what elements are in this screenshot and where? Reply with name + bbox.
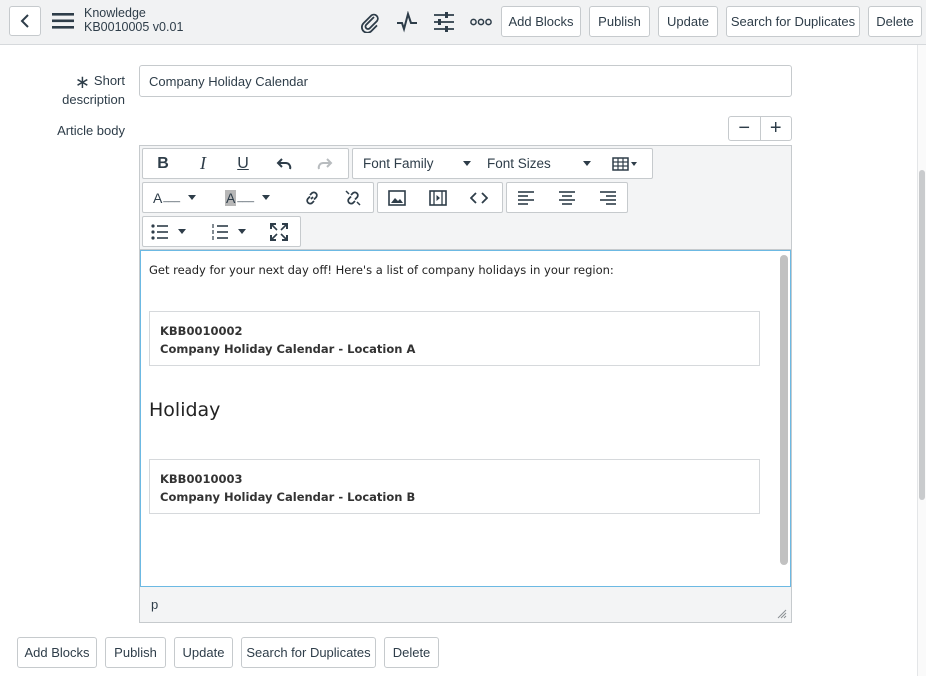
font-family-select[interactable]: Font Family — [363, 149, 471, 178]
fullscreen-button[interactable] — [265, 217, 293, 246]
shrink-editor-button[interactable]: − — [729, 117, 761, 140]
update-button[interactable]: Update — [658, 6, 718, 37]
add-blocks-button[interactable]: Add Blocks — [501, 6, 581, 37]
italic-button[interactable]: I — [189, 149, 217, 178]
insert-media-button[interactable] — [424, 183, 452, 212]
editor-size-controls: − + — [728, 116, 792, 141]
bold-button[interactable]: B — [149, 149, 177, 178]
more-icon[interactable] — [469, 11, 493, 33]
fullscreen-icon — [270, 222, 288, 241]
bullet-list-caret-icon — [178, 229, 186, 234]
editor-scrollbar[interactable] — [780, 255, 788, 565]
footer-publish-button[interactable]: Publish — [105, 637, 166, 668]
undo-button[interactable] — [270, 149, 298, 178]
record-number: KB0010005 v0.01 — [84, 20, 184, 34]
color-link-group: A ___ A ___ — [142, 182, 374, 213]
insert-image-button[interactable] — [383, 183, 411, 212]
align-right-button[interactable] — [594, 183, 622, 212]
code-icon — [470, 191, 488, 204]
rich-text-editor: B I U Font Family Font Sizes A___ A___ — [139, 145, 792, 623]
text-color-button[interactable]: A ___ — [153, 183, 205, 212]
kb-block-title: Company Holiday Calendar - Location A — [160, 342, 416, 356]
footer-search-duplicates-button[interactable]: Search for Duplicates — [241, 637, 376, 668]
kb-block-card[interactable]: KBB0010002 Company Holiday Calendar - Lo… — [149, 311, 760, 366]
numbered-list-icon — [212, 223, 228, 240]
table-name: Knowledge — [84, 6, 146, 20]
attachment-icon[interactable] — [358, 11, 382, 33]
required-mark: ∗ — [74, 72, 90, 92]
editor-content-area[interactable]: Get ready for your next day off! Here's … — [140, 250, 791, 587]
editor-statusbar: p — [140, 587, 791, 622]
holiday-heading: Holiday — [149, 399, 221, 421]
align-left-icon — [518, 190, 534, 205]
align-left-button[interactable] — [512, 183, 540, 212]
list-group — [142, 216, 301, 247]
kb-block-number: KBB0010003 — [160, 472, 243, 486]
footer-add-blocks-button[interactable]: Add Blocks — [17, 637, 97, 668]
undo-icon — [276, 157, 292, 169]
font-group: Font Family Font Sizes — [352, 148, 653, 179]
article-body-label: Article body — [57, 123, 125, 138]
text-color-icon: A — [153, 189, 163, 206]
kb-block-title: Company Holiday Calendar - Location B — [160, 490, 416, 504]
font-sizes-select[interactable]: Font Sizes — [487, 149, 591, 178]
record-title: Knowledge KB0010005 v0.01 — [84, 6, 183, 34]
footer-delete-button[interactable]: Delete — [384, 637, 439, 668]
activity-icon[interactable] — [395, 11, 419, 33]
redo-icon — [317, 157, 333, 169]
resize-handle-icon[interactable] — [777, 609, 787, 619]
background-color-button[interactable]: A ___ — [225, 183, 281, 212]
font-family-caret-icon — [463, 161, 471, 166]
media-group — [377, 182, 503, 213]
background-color-icon: A — [225, 189, 237, 206]
menu-icon[interactable] — [52, 12, 74, 30]
short-description-label: ∗ Short description — [40, 72, 125, 109]
font-sizes-label: Font Sizes — [487, 156, 551, 171]
kb-block-number: KBB0010002 — [160, 324, 243, 338]
label-line-1: Short — [93, 73, 125, 88]
search-duplicates-button[interactable]: Search for Duplicates — [726, 6, 860, 37]
unlink-icon — [345, 189, 361, 206]
text-color-caret-icon — [188, 195, 197, 200]
background-color-caret-icon — [262, 195, 271, 200]
delete-button[interactable]: Delete — [868, 6, 922, 37]
publish-button[interactable]: Publish — [589, 6, 650, 37]
remove-link-button[interactable] — [339, 183, 367, 212]
expand-editor-button[interactable]: + — [761, 117, 792, 140]
table-button[interactable] — [609, 149, 641, 178]
align-center-button[interactable] — [553, 183, 581, 212]
align-right-icon — [600, 190, 616, 205]
link-icon — [306, 191, 318, 204]
table-icon — [612, 156, 637, 171]
kb-block-card[interactable]: KBB0010003 Company Holiday Calendar - Lo… — [149, 459, 760, 514]
font-family-label: Font Family — [363, 156, 434, 171]
source-code-button[interactable] — [465, 183, 493, 212]
editor-toolbar: B I U Font Family Font Sizes A ___ A ___ — [140, 146, 791, 250]
bullet-list-icon — [151, 223, 168, 240]
image-icon — [388, 189, 406, 206]
footer-update-button[interactable]: Update — [174, 637, 233, 668]
font-sizes-caret-icon — [583, 161, 591, 166]
redo-button[interactable] — [311, 149, 339, 178]
intro-paragraph: Get ready for your next day off! Here's … — [149, 263, 614, 277]
align-center-icon — [559, 190, 575, 205]
insert-link-button[interactable] — [298, 183, 326, 212]
element-path[interactable]: p — [151, 597, 158, 612]
back-button[interactable] — [9, 6, 41, 36]
back-icon — [20, 14, 29, 28]
form-header: Knowledge KB0010005 v0.01 Add Blocks Pub… — [0, 0, 926, 45]
numbered-list-button[interactable] — [211, 217, 255, 246]
page-scrollbar-thumb[interactable] — [919, 170, 925, 500]
short-description-input[interactable]: Company Holiday Calendar — [139, 65, 792, 97]
format-group: B I U — [142, 148, 349, 179]
settings-sliders-icon[interactable] — [432, 11, 456, 33]
video-icon — [429, 189, 447, 206]
label-line-2: description — [62, 92, 125, 107]
underline-button[interactable]: U — [229, 149, 257, 178]
alignment-group — [506, 182, 628, 213]
numbered-list-caret-icon — [238, 229, 246, 234]
bullet-list-button[interactable] — [151, 217, 195, 246]
